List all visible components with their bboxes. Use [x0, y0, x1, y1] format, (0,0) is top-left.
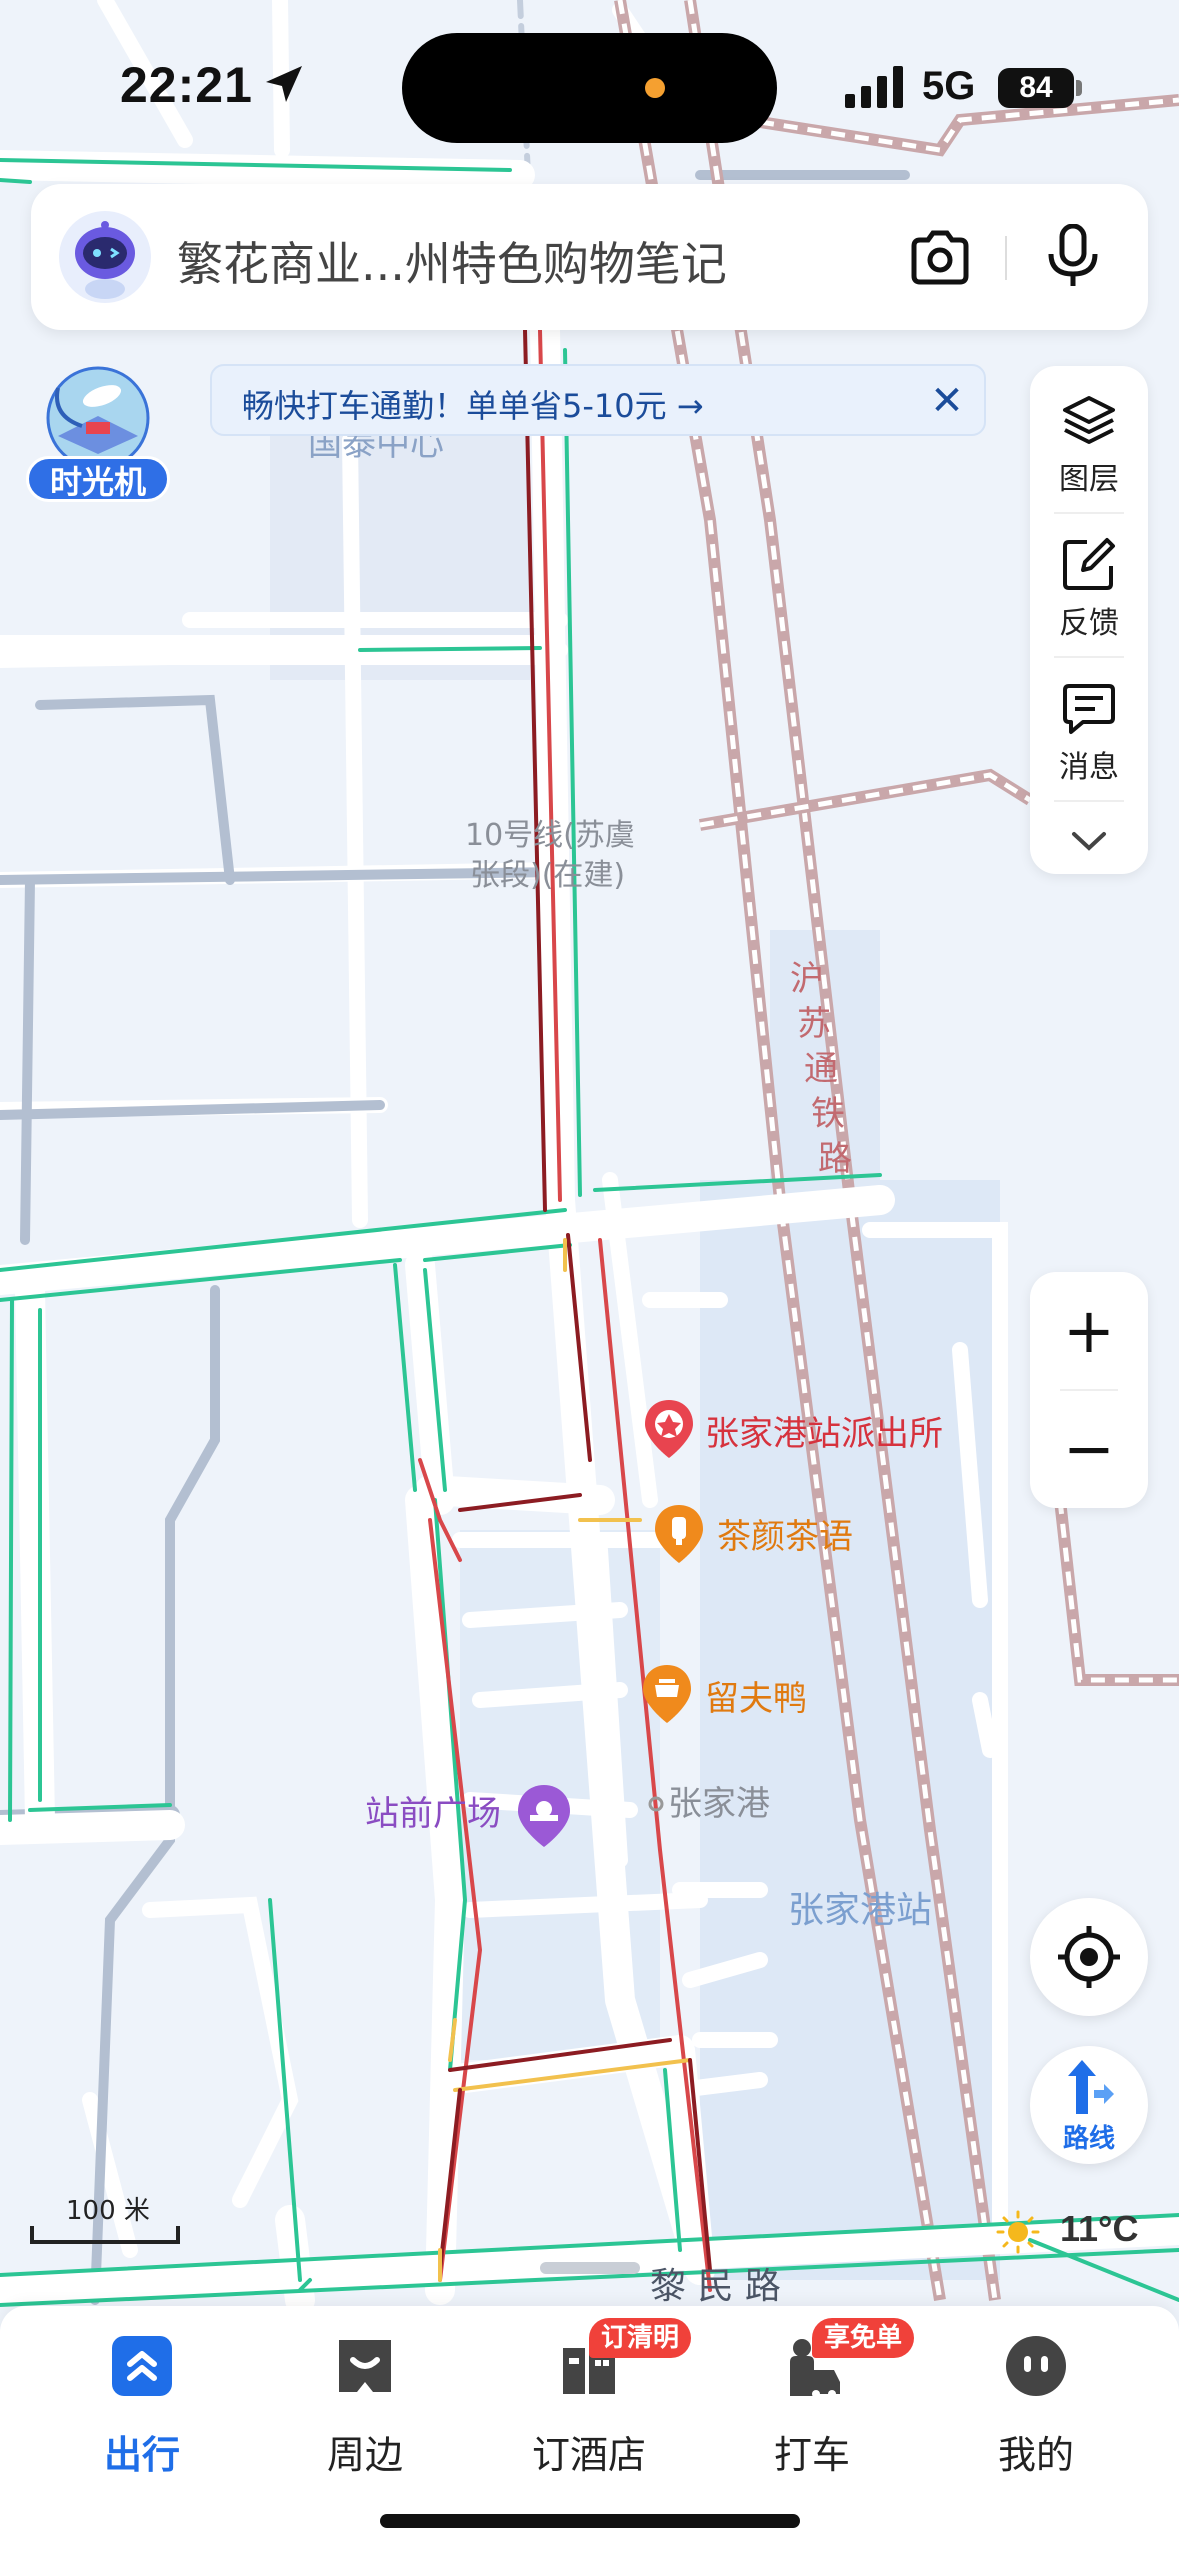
label-police[interactable]: 张家港站派出所 — [705, 1414, 943, 1454]
map-scale: 100 米 — [30, 2188, 182, 2248]
nav-nearby-label: 周边 — [326, 2433, 403, 2477]
time-machine-icon — [46, 366, 150, 470]
locate-button[interactable] — [1030, 1898, 1148, 2016]
svg-text:沪: 沪 — [790, 959, 824, 999]
nav-profile-label: 我的 — [997, 2433, 1074, 2477]
search-bar[interactable]: 繁花商业...州特色购物笔记 — [31, 184, 1148, 330]
svg-text:通: 通 — [804, 1049, 838, 1089]
nav-travel-label: 出行 — [103, 2433, 180, 2477]
assistant-avatar-icon[interactable] — [57, 209, 153, 305]
network-label: 5G — [922, 64, 976, 108]
message-button[interactable]: 消息 — [1030, 658, 1148, 798]
route-button[interactable]: 路线 — [1030, 2046, 1148, 2164]
nearby-icon — [339, 2340, 391, 2392]
status-time: 22:21 — [120, 57, 253, 113]
signal-icon — [845, 66, 903, 108]
nav-profile[interactable]: 我的 — [936, 2328, 1136, 2478]
svg-text:铁: 铁 — [811, 1094, 845, 1134]
tools-divider — [1054, 800, 1124, 802]
route-label: 路线 — [1062, 2124, 1115, 2154]
nav-taxi[interactable]: 享免单 打车 — [712, 2318, 915, 2478]
nav-hotel[interactable]: 订清明 订酒店 — [489, 2318, 692, 2478]
nav-taxi-label: 打车 — [773, 2433, 850, 2477]
svg-text:苏: 苏 — [797, 1004, 831, 1044]
battery-tip — [1076, 80, 1082, 96]
profile-icon — [1006, 2336, 1066, 2396]
label-station: 张家港站 — [788, 1890, 932, 1931]
time-machine-button[interactable]: 时光机 — [22, 356, 174, 506]
label-line10-b: 张段)(在建) — [470, 858, 625, 893]
label-plaza[interactable]: 站前广场 — [365, 1794, 501, 1834]
label-road: 黎 民 路 — [650, 2266, 781, 2307]
feedback-button[interactable]: 反馈 — [1030, 514, 1148, 654]
layers-label: 图层 — [1059, 462, 1119, 497]
dynamic-island — [402, 33, 777, 143]
zoom-in-button[interactable]: + — [1030, 1272, 1148, 1390]
label-duck[interactable]: 留夫鸭 — [705, 1679, 807, 1719]
nav-hotel-label: 订酒店 — [531, 2433, 646, 2477]
activity-dot-icon — [645, 78, 665, 98]
label-zjg: 张家港 — [668, 1784, 770, 1824]
home-indicator[interactable] — [380, 2514, 800, 2528]
time-machine-label: 时光机 — [26, 456, 170, 502]
location-arrow-icon — [266, 66, 302, 102]
close-icon[interactable]: ✕ — [922, 376, 972, 426]
label-tea[interactable]: 茶颜茶语 — [717, 1517, 853, 1557]
layers-icon — [1063, 396, 1115, 444]
message-icon — [1063, 684, 1115, 734]
microphone-icon[interactable] — [1045, 224, 1101, 288]
zoom-out-button[interactable]: − — [1030, 1390, 1148, 1508]
zoom-control: + − — [1030, 1272, 1148, 1508]
map-tools-panel: 图层 反馈 消息 — [1030, 366, 1148, 874]
taxi-badge: 享免单 — [812, 2318, 915, 2358]
nav-travel[interactable]: 出行 — [42, 2328, 242, 2478]
travel-icon — [112, 2336, 172, 2396]
crosshair-icon — [1058, 1926, 1120, 1988]
hotel-badge: 订清明 — [589, 2318, 692, 2358]
search-input[interactable]: 繁花商业...州特色购物笔记 — [177, 228, 727, 294]
nav-nearby[interactable]: 周边 — [265, 2328, 465, 2478]
sun-icon — [996, 2210, 1040, 2254]
camera-icon[interactable] — [908, 226, 972, 290]
scale-bar — [30, 2226, 180, 2244]
status-bar: 22:21 5G 84 — [0, 0, 1179, 170]
message-label: 消息 — [1059, 750, 1119, 785]
promo-banner[interactable]: 畅快打车通勤！单单省5-10元 → ✕ — [210, 364, 986, 436]
svg-text:路: 路 — [818, 1139, 852, 1179]
feedback-icon — [1063, 538, 1115, 590]
drag-handle[interactable] — [540, 2262, 640, 2274]
scale-label: 100 米 — [66, 2196, 150, 2226]
promo-banner-text[interactable]: 畅快打车通勤！单单省5-10元 → — [242, 381, 704, 427]
chevron-down-icon[interactable] — [1066, 826, 1112, 856]
battery-icon: 84 — [998, 68, 1074, 108]
label-line10-a: 10号线(苏虞 — [465, 818, 635, 853]
temperature-label: 11°C — [1060, 2208, 1139, 2249]
route-arrow-icon — [1068, 2060, 1114, 2114]
weather-widget[interactable]: 11°C — [996, 2204, 1176, 2256]
feedback-label: 反馈 — [1059, 606, 1119, 641]
layers-button[interactable]: 图层 — [1030, 370, 1148, 510]
search-divider — [1005, 236, 1007, 280]
